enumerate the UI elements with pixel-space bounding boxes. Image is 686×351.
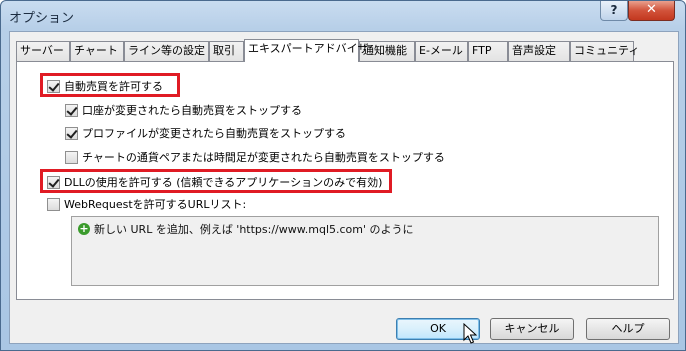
checkbox-label: 口座が変更されたら自動売買をストップする [82, 104, 302, 117]
url-list[interactable]: + 新しい URL を追加、例えば 'https://www.mql5.com'… [71, 216, 659, 286]
checkbox-box[interactable] [47, 197, 60, 211]
tab-email[interactable]: E-メール [415, 41, 468, 61]
checkbox-label: DLLの使用を許可する (信頼できるアプリケーションのみで有効) [64, 176, 383, 189]
help-button[interactable]: ヘルプ [586, 318, 670, 340]
stop-on-chart-change-checkbox[interactable]: チャートの通貨ペアまたは時間足が変更されたら自動売買をストップする [65, 149, 445, 165]
checkbox-box[interactable] [47, 79, 60, 93]
help-title-button[interactable]: ? [600, 1, 628, 21]
checkbox-box[interactable] [47, 175, 60, 189]
tab-expert-advisor[interactable]: エキスパートアドバイザ [244, 39, 369, 62]
tab-trade[interactable]: 取引 [209, 41, 244, 61]
tab-chart[interactable]: チャート [70, 41, 124, 61]
allow-webrequest-checkbox[interactable]: WebRequestを許可するURLリスト: [47, 196, 246, 212]
add-url-item[interactable]: 新しい URL を追加、例えば 'https://www.mql5.com' の… [94, 221, 414, 237]
close-button[interactable]: ✕ [628, 1, 675, 21]
tab-community[interactable]: コミュニティ [570, 41, 639, 61]
expert-advisor-panel: 自動売買を許可する 口座が変更されたら自動売買をストップする プロファイルが変更… [16, 61, 674, 300]
options-dialog: オプション ? ✕ サーバー チャート ライン等の設定 取引 エキスパートアドバ… [0, 0, 686, 351]
cancel-button[interactable]: キャンセル [490, 318, 574, 340]
checkbox-label: WebRequestを許可するURLリスト: [64, 198, 247, 211]
tab-sound[interactable]: 音声設定 [508, 41, 570, 61]
tab-server[interactable]: サーバー [16, 41, 70, 61]
tab-line-settings[interactable]: ライン等の設定 [124, 41, 209, 61]
stop-on-account-change-checkbox[interactable]: 口座が変更されたら自動売買をストップする [65, 102, 302, 118]
tab-strip: サーバー チャート ライン等の設定 取引 エキスパートアドバイザ 通知機能 E-… [16, 39, 676, 62]
title-bar[interactable]: オプション ? ✕ [1, 1, 685, 31]
checkbox-label: チャートの通貨ペアまたは時間足が変更されたら自動売買をストップする [82, 151, 445, 164]
allow-auto-trading-checkbox[interactable]: 自動売買を許可する [47, 78, 163, 94]
tab-ftp[interactable]: FTP [468, 41, 508, 61]
checkbox-box[interactable] [65, 103, 78, 117]
window-title: オプション [9, 11, 75, 26]
stop-on-profile-change-checkbox[interactable]: プロファイルが変更されたら自動売買をストップする [65, 125, 346, 141]
mouse-pointer-icon [463, 323, 477, 344]
checkbox-box[interactable] [65, 150, 78, 164]
checkbox-label: プロファイルが変更されたら自動売買をストップする [82, 127, 346, 140]
dialog-client-area: サーバー チャート ライン等の設定 取引 エキスパートアドバイザ 通知機能 E-… [9, 31, 679, 344]
checkbox-label: 自動売買を許可する [64, 80, 163, 93]
plus-circle-icon[interactable]: + [78, 223, 90, 235]
allow-dll-checkbox[interactable]: DLLの使用を許可する (信頼できるアプリケーションのみで有効) [47, 174, 382, 190]
checkbox-box[interactable] [65, 126, 78, 140]
